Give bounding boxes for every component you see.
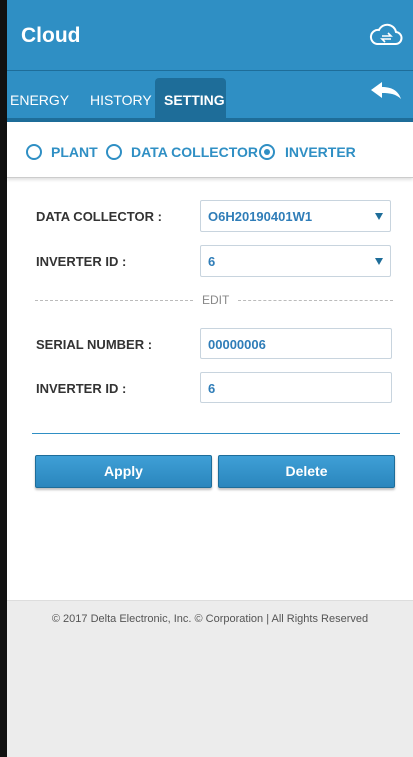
top-app-bar: Cloud xyxy=(7,0,413,70)
data-collector-select[interactable]: O6H20190401W1 xyxy=(200,200,391,232)
footer: © 2017 Delta Electronic, Inc. © Corporat… xyxy=(7,600,413,757)
app-title: Cloud xyxy=(21,24,81,47)
radio-plant[interactable] xyxy=(26,144,42,160)
mode-radio-group: PLANT DATA COLLECTOR INVERTER xyxy=(7,122,413,178)
cloud-sync-icon[interactable] xyxy=(369,22,403,48)
copyright-text: © 2017 Delta Electronic, Inc. © Corporat… xyxy=(51,613,369,625)
data-collector-label: DATA COLLECTOR : xyxy=(36,209,162,224)
dropdown-arrow-icon xyxy=(375,213,383,220)
form-divider xyxy=(32,433,400,434)
dropdown-arrow-icon xyxy=(375,258,383,265)
apply-button[interactable]: Apply xyxy=(35,455,212,488)
inverter-id-select[interactable]: 6 xyxy=(200,245,391,277)
serial-number-label: SERIAL NUMBER : xyxy=(36,337,153,352)
radio-data-collector[interactable] xyxy=(106,144,122,160)
back-arrow-icon[interactable] xyxy=(369,80,403,104)
serial-number-field[interactable]: 00000006 xyxy=(200,328,392,359)
edit-divider-right xyxy=(238,300,393,301)
inverter-id-select-value: 6 xyxy=(208,254,216,269)
tab-history[interactable]: HISTORY xyxy=(90,92,152,108)
radio-label-data-collector[interactable]: DATA COLLECTOR xyxy=(131,144,258,160)
serial-number-value: 00000006 xyxy=(208,337,266,352)
radio-label-plant[interactable]: PLANT xyxy=(51,144,98,160)
inverter-id-input-label: INVERTER ID : xyxy=(36,381,127,396)
edit-section-label: EDIT xyxy=(202,293,230,307)
inverter-id-field-value: 6 xyxy=(208,381,216,396)
data-collector-value: O6H20190401W1 xyxy=(208,209,313,224)
edit-divider-left xyxy=(35,300,193,301)
delete-button[interactable]: Delete xyxy=(218,455,395,488)
app-screen: Cloud ENERGY HISTORY SETTING PLANT DATA … xyxy=(7,0,413,757)
radio-inverter[interactable] xyxy=(259,144,275,160)
radio-label-inverter[interactable]: INVERTER xyxy=(285,144,356,160)
inverter-id-field[interactable]: 6 xyxy=(200,372,392,403)
tab-setting[interactable]: SETTING xyxy=(164,92,225,108)
inverter-id-select-label: INVERTER ID : xyxy=(36,254,127,269)
tab-energy[interactable]: ENERGY xyxy=(10,92,69,108)
device-frame-edge xyxy=(0,0,7,757)
